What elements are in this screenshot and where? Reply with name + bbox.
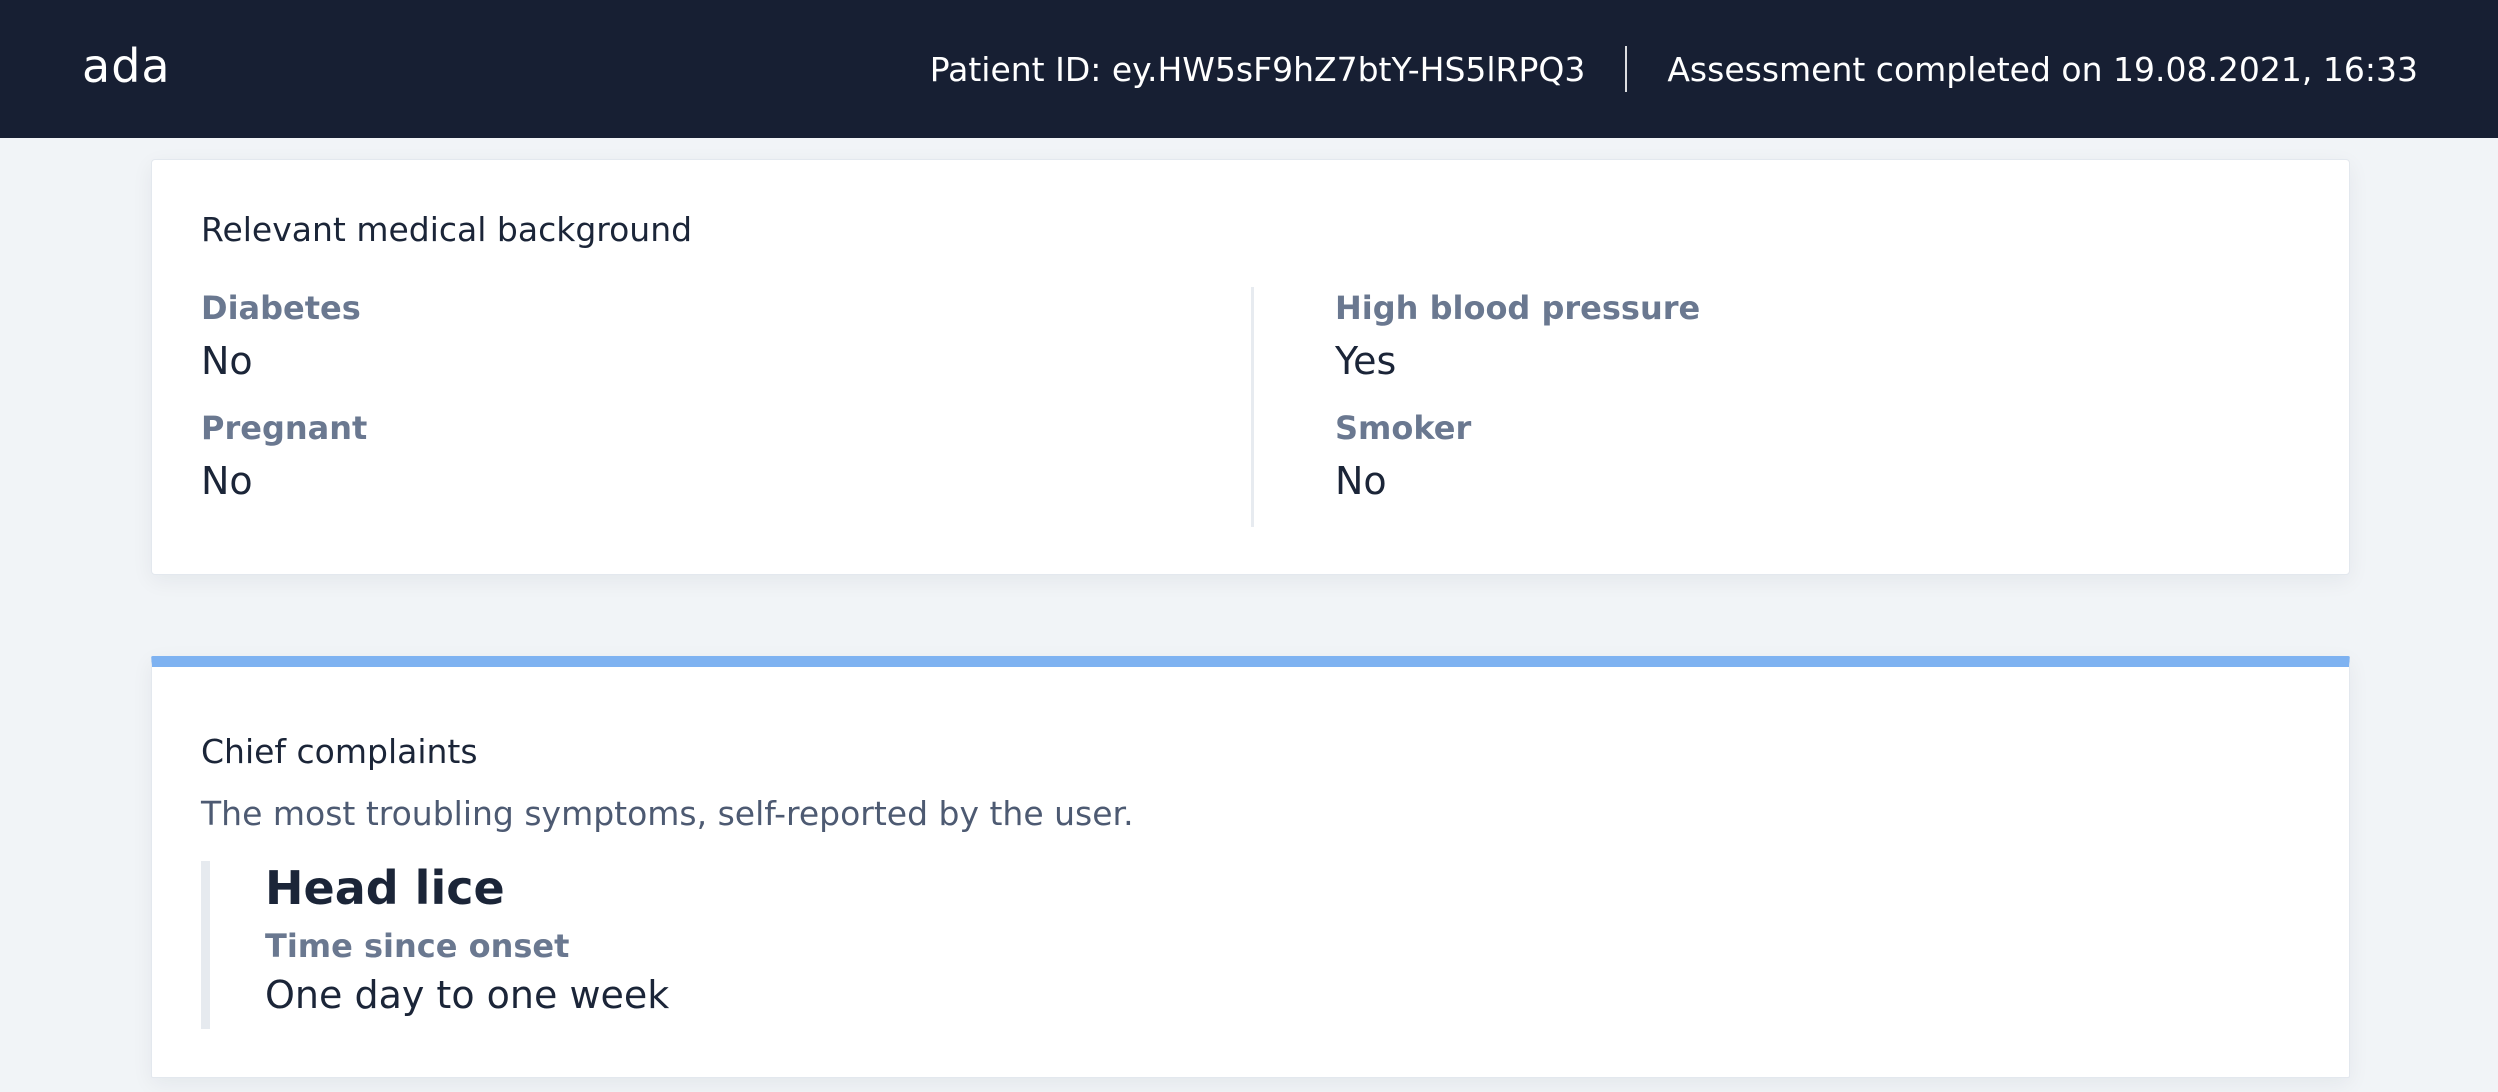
field-value-high-blood-pressure: Yes bbox=[1335, 339, 1397, 383]
complaint-item: Head lice Time since onset One day to on… bbox=[201, 861, 1601, 1029]
medical-background-card: Relevant medical background Diabetes No … bbox=[151, 159, 2350, 575]
header-info: Patient ID: ey.HW5sF9hZ7btY-HS5lRPQ3 Ass… bbox=[930, 46, 2418, 92]
card-subtitle: The most troubling symptoms, self-report… bbox=[201, 794, 1134, 833]
field-value-diabetes: No bbox=[201, 339, 253, 383]
card-title: Chief complaints bbox=[201, 732, 478, 771]
complaint-name: Head lice bbox=[265, 861, 505, 915]
field-label-pregnant: Pregnant bbox=[201, 409, 368, 447]
app-header: ada Patient ID: ey.HW5sF9hZ7btY-HS5lRPQ3… bbox=[0, 0, 2498, 138]
assessment-completed: Assessment completed on 19.08.2021, 16:3… bbox=[1667, 49, 2418, 89]
header-divider bbox=[1625, 46, 1628, 92]
complaint-detail-label: Time since onset bbox=[265, 927, 570, 965]
complaint-detail-value: One day to one week bbox=[265, 973, 670, 1017]
patient-id: Patient ID: ey.HW5sF9hZ7btY-HS5lRPQ3 bbox=[929, 49, 1586, 89]
card-title: Relevant medical background bbox=[201, 210, 693, 249]
field-value-pregnant: No bbox=[201, 459, 253, 503]
field-label-diabetes: Diabetes bbox=[201, 289, 361, 327]
column-divider bbox=[1251, 287, 1254, 527]
field-value-smoker: No bbox=[1335, 459, 1387, 503]
field-label-smoker: Smoker bbox=[1335, 409, 1472, 447]
ada-logo[interactable]: ada bbox=[82, 43, 171, 89]
field-label-high-blood-pressure: High blood pressure bbox=[1335, 289, 1701, 327]
chief-complaints-card: Chief complaints The most troubling symp… bbox=[151, 656, 2350, 1078]
